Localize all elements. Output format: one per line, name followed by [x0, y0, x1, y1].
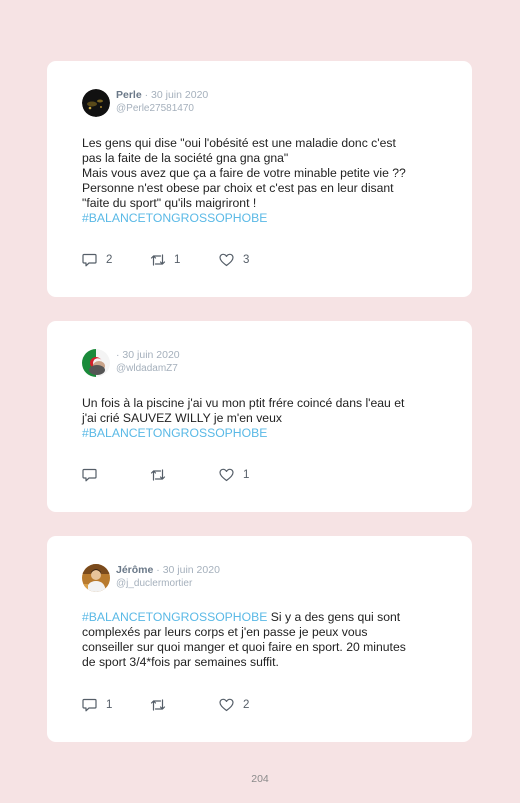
- tweet-meta: Perle · 30 juin 2020 @Perle27581470: [116, 89, 208, 115]
- author-handle[interactable]: @j_duclermortier: [116, 577, 220, 590]
- avatar[interactable]: [82, 564, 110, 592]
- dark-round-avatar-icon: [82, 89, 110, 117]
- tweet-text-line: complexés par leurs corps et j'en passe …: [82, 625, 368, 639]
- avatar[interactable]: [82, 89, 110, 117]
- author-name[interactable]: Jérôme: [116, 564, 153, 576]
- heart-icon: [219, 698, 234, 712]
- tweet-text-line: Mais vous avez que ça a faire de votre m…: [82, 166, 406, 180]
- tweet-text-line: conseiller sur quoi manger et quoi faire…: [82, 640, 406, 654]
- hashtag-link[interactable]: #BALANCETONGROSSOPHOBE: [82, 211, 442, 226]
- tweet-actions: 1: [82, 467, 282, 483]
- reply-count: 2: [106, 254, 113, 266]
- tweet-text-line: j'ai crié SAUVEZ WILLY je m'en veux: [82, 411, 282, 425]
- like-count: 2: [243, 699, 250, 711]
- tweet-text-line: #BALANCETONGROSSOPHOBE Si y a des gens q…: [82, 610, 442, 625]
- reply-icon: [82, 253, 97, 267]
- tweet-date[interactable]: 30 juin 2020: [163, 564, 220, 576]
- tweet-date[interactable]: 30 juin 2020: [122, 349, 179, 361]
- retweet-count: 1: [174, 254, 181, 266]
- tweet-text: Les gens qui dise "oui l'obésité est une…: [82, 136, 442, 226]
- author-handle[interactable]: @wldadamZ7: [116, 362, 180, 375]
- tweet-text-line: Personne n'est obese par choix et c'est …: [82, 181, 394, 195]
- reply-count: 1: [106, 699, 113, 711]
- retweet-icon: [150, 254, 166, 266]
- person-photo-avatar-icon: [82, 564, 110, 592]
- tweet-text-line: "faite du sport" qu'ils maigriront !: [82, 196, 257, 210]
- avatar[interactable]: [82, 349, 110, 377]
- tweet-text-line: de sport 3/4*fois par semaines suffit.: [82, 655, 279, 669]
- heart-icon: [219, 468, 234, 482]
- author-name[interactable]: Perle: [116, 89, 142, 101]
- tweet-text-line: Les gens qui dise "oui l'obésité est une…: [82, 136, 396, 150]
- like-count: 1: [243, 469, 250, 481]
- tweet-card: Jérôme · 30 juin 2020 @j_duclermortier #…: [47, 536, 472, 742]
- retweet-icon: [150, 699, 166, 711]
- tweet-text: #BALANCETONGROSSOPHOBE Si y a des gens q…: [82, 610, 442, 670]
- page-number: 204: [251, 773, 269, 785]
- meta-separator: ·: [156, 564, 160, 576]
- tweet-text-line: Un fois à la piscine j'ai vu mon ptit fr…: [82, 396, 405, 410]
- tweet-meta: · 30 juin 2020 @wldadamZ7: [116, 349, 180, 375]
- heart-icon: [219, 253, 234, 267]
- meta-separator: ·: [116, 349, 120, 361]
- algerian-flag-avatar-icon: [82, 349, 110, 377]
- reply-icon: [82, 698, 97, 712]
- tweet-text: Un fois à la piscine j'ai vu mon ptit fr…: [82, 396, 442, 441]
- retweet-icon: [150, 469, 166, 481]
- tweet-meta: Jérôme · 30 juin 2020 @j_duclermortier: [116, 564, 220, 590]
- tweet-text-inline: Si y a des gens qui sont: [270, 610, 401, 624]
- hashtag-link[interactable]: #BALANCETONGROSSOPHOBE: [82, 610, 267, 624]
- author-handle[interactable]: @Perle27581470: [116, 102, 208, 115]
- tweet-actions: 1 2: [82, 697, 282, 713]
- tweet-card: · 30 juin 2020 @wldadamZ7 Un fois à la p…: [47, 321, 472, 512]
- like-count: 3: [243, 254, 250, 266]
- hashtag-link[interactable]: #BALANCETONGROSSOPHOBE: [82, 426, 442, 441]
- tweet-card: Perle · 30 juin 2020 @Perle27581470 Les …: [47, 61, 472, 297]
- reply-icon: [82, 468, 97, 482]
- tweet-actions: 2 1 3: [82, 252, 282, 268]
- meta-separator: ·: [144, 89, 149, 101]
- tweet-date[interactable]: 30 juin 2020: [151, 89, 208, 101]
- tweet-text-line: pas la faite de la société gna gna gna": [82, 151, 289, 165]
